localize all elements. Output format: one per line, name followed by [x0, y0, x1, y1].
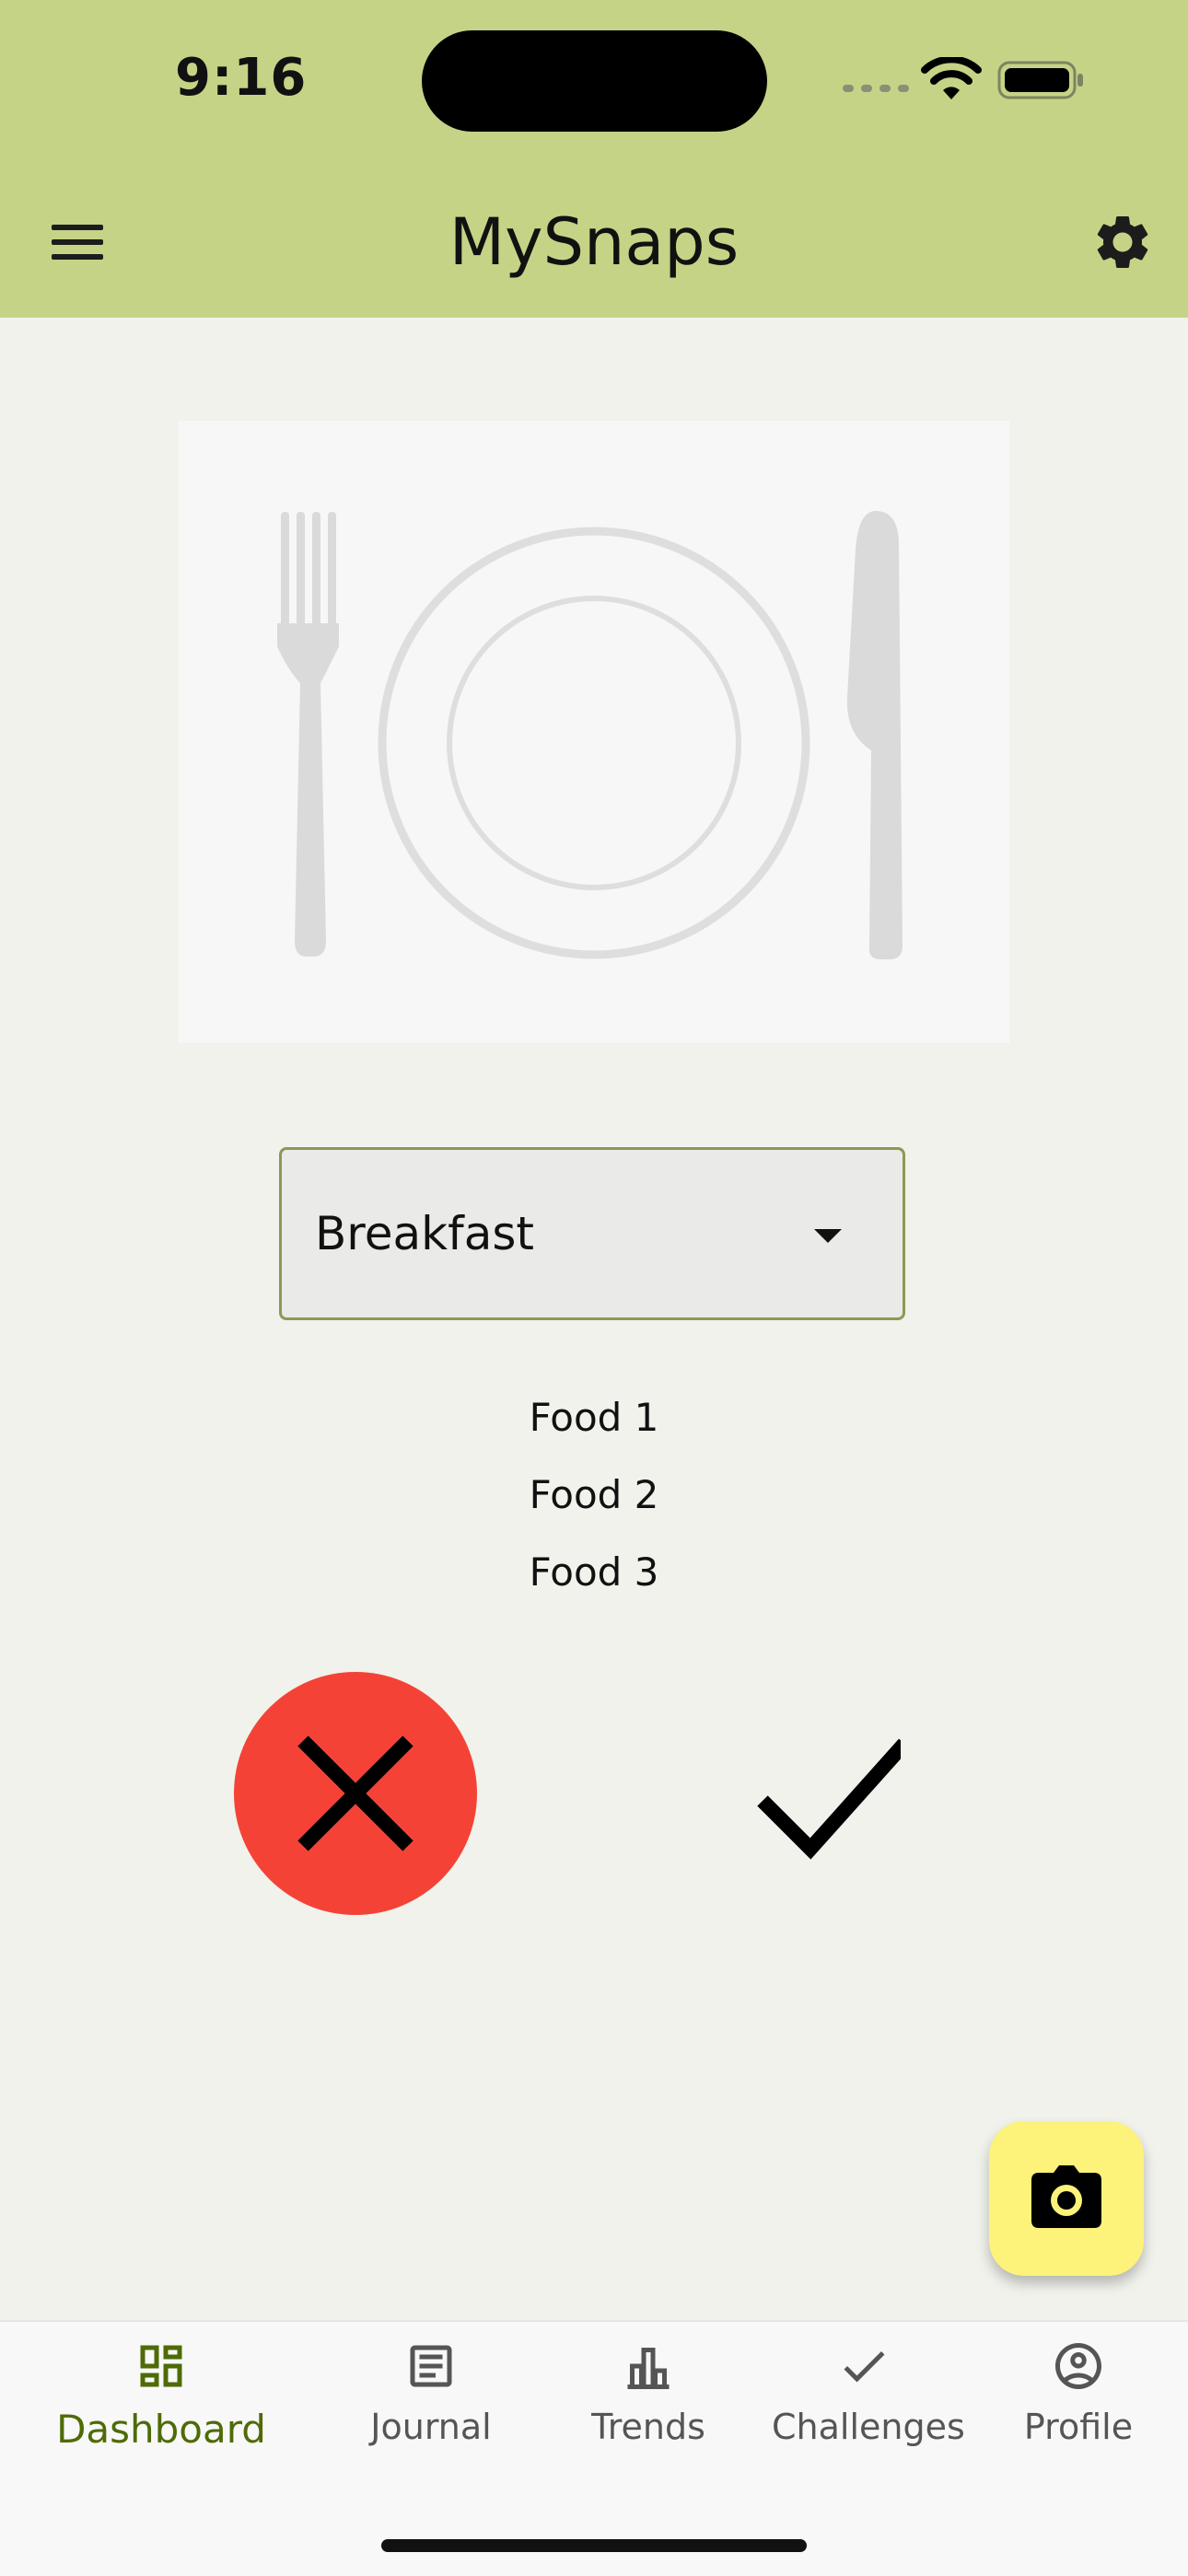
camera-icon: [1031, 2165, 1101, 2228]
meal-type-value: Breakfast: [315, 1207, 535, 1260]
profile-icon: [1055, 2343, 1101, 2389]
wifi-icon: [921, 57, 982, 99]
page-title: MySnaps: [448, 204, 740, 280]
meal-photo-placeholder: [179, 421, 1009, 1043]
nav-label: Trends: [591, 2407, 705, 2447]
gear-icon[interactable]: [1090, 210, 1155, 274]
plate-fork-knife-icon: [277, 511, 903, 959]
close-icon: [297, 1735, 413, 1851]
cellular-dots-icon: [843, 85, 909, 92]
food-item: Food 3: [529, 1549, 659, 1595]
nav-label: Profile: [1023, 2407, 1134, 2447]
nav-trends[interactable]: Trends: [565, 2338, 731, 2447]
nav-dashboard[interactable]: Dashboard: [55, 2338, 267, 2452]
camera-button[interactable]: [989, 2121, 1144, 2276]
caret-down-icon: [814, 1229, 842, 1243]
check-icon: [844, 2350, 885, 2383]
nav-challenges[interactable]: Challenges: [772, 2338, 965, 2447]
bar-chart-icon: [627, 2348, 670, 2389]
accept-button[interactable]: [753, 1731, 910, 1860]
nav-journal[interactable]: Journal: [348, 2338, 514, 2447]
nav-label: Journal: [370, 2407, 492, 2447]
check-icon: [757, 1738, 910, 1860]
reject-button[interactable]: [234, 1672, 477, 1915]
dashboard-icon: [140, 2345, 182, 2387]
meal-type-select[interactable]: Breakfast: [279, 1147, 905, 1320]
food-item: Food 2: [529, 1472, 659, 1517]
nav-label: Challenges: [772, 2407, 965, 2447]
status-time: 9:16: [175, 48, 308, 108]
food-item: Food 1: [529, 1395, 659, 1440]
battery-icon: [997, 61, 1083, 99]
journal-icon: [410, 2345, 452, 2387]
nav-label: Dashboard: [56, 2407, 266, 2452]
nav-profile[interactable]: Profile: [1004, 2338, 1153, 2447]
dynamic-island: [422, 30, 767, 132]
home-indicator[interactable]: [381, 2539, 807, 2552]
